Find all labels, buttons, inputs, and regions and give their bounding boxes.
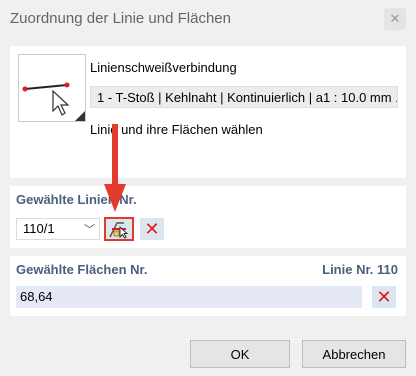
weld-thumbnail (18, 54, 86, 122)
selected-lines-panel: Gewählte Linien Nr. 110/1 ﹀ ✕ (10, 186, 406, 248)
close-icon: ✕ (389, 11, 401, 26)
annotation-arrow-icon (104, 124, 126, 212)
delete-x-icon: ✕ (144, 218, 160, 239)
selected-faces-label: Gewählte Flächen Nr. (16, 262, 148, 277)
line-dropdown-value: 110/1 (23, 221, 55, 236)
pick-line-button[interactable] (104, 217, 134, 241)
line-dropdown[interactable]: 110/1 ﹀ (16, 218, 100, 240)
line-number-label: Linie Nr. 110 (322, 262, 398, 277)
weld-type-field[interactable]: 1 - T-Stoß | Kehlnaht | Kontinuierlich |… (90, 86, 398, 108)
selected-faces-panel: Gewählte Flächen Nr. Linie Nr. 110 68,64… (10, 256, 406, 316)
chevron-down-icon: ﹀ (84, 224, 95, 236)
delete-x-icon: ✕ (376, 286, 392, 307)
ok-button[interactable]: OK (190, 340, 290, 368)
title-bar: Zuordnung der Linie und Flächen ✕ (0, 0, 416, 40)
cancel-button[interactable]: Abbrechen (302, 340, 406, 368)
weld-line-icon (22, 82, 85, 121)
info-panel: Linienschweißverbindung 1 - T-Stoß | Keh… (10, 46, 406, 178)
clear-faces-button[interactable]: ✕ (372, 286, 396, 308)
weld-type-label: Linienschweißverbindung (90, 60, 237, 75)
close-button[interactable]: ✕ (384, 8, 406, 30)
window-title: Zuordnung der Linie und Flächen (10, 10, 231, 27)
pick-in-graphic-icon (109, 222, 129, 239)
faces-input[interactable]: 68,64 (16, 286, 362, 308)
clear-lines-button[interactable]: ✕ (140, 218, 164, 240)
